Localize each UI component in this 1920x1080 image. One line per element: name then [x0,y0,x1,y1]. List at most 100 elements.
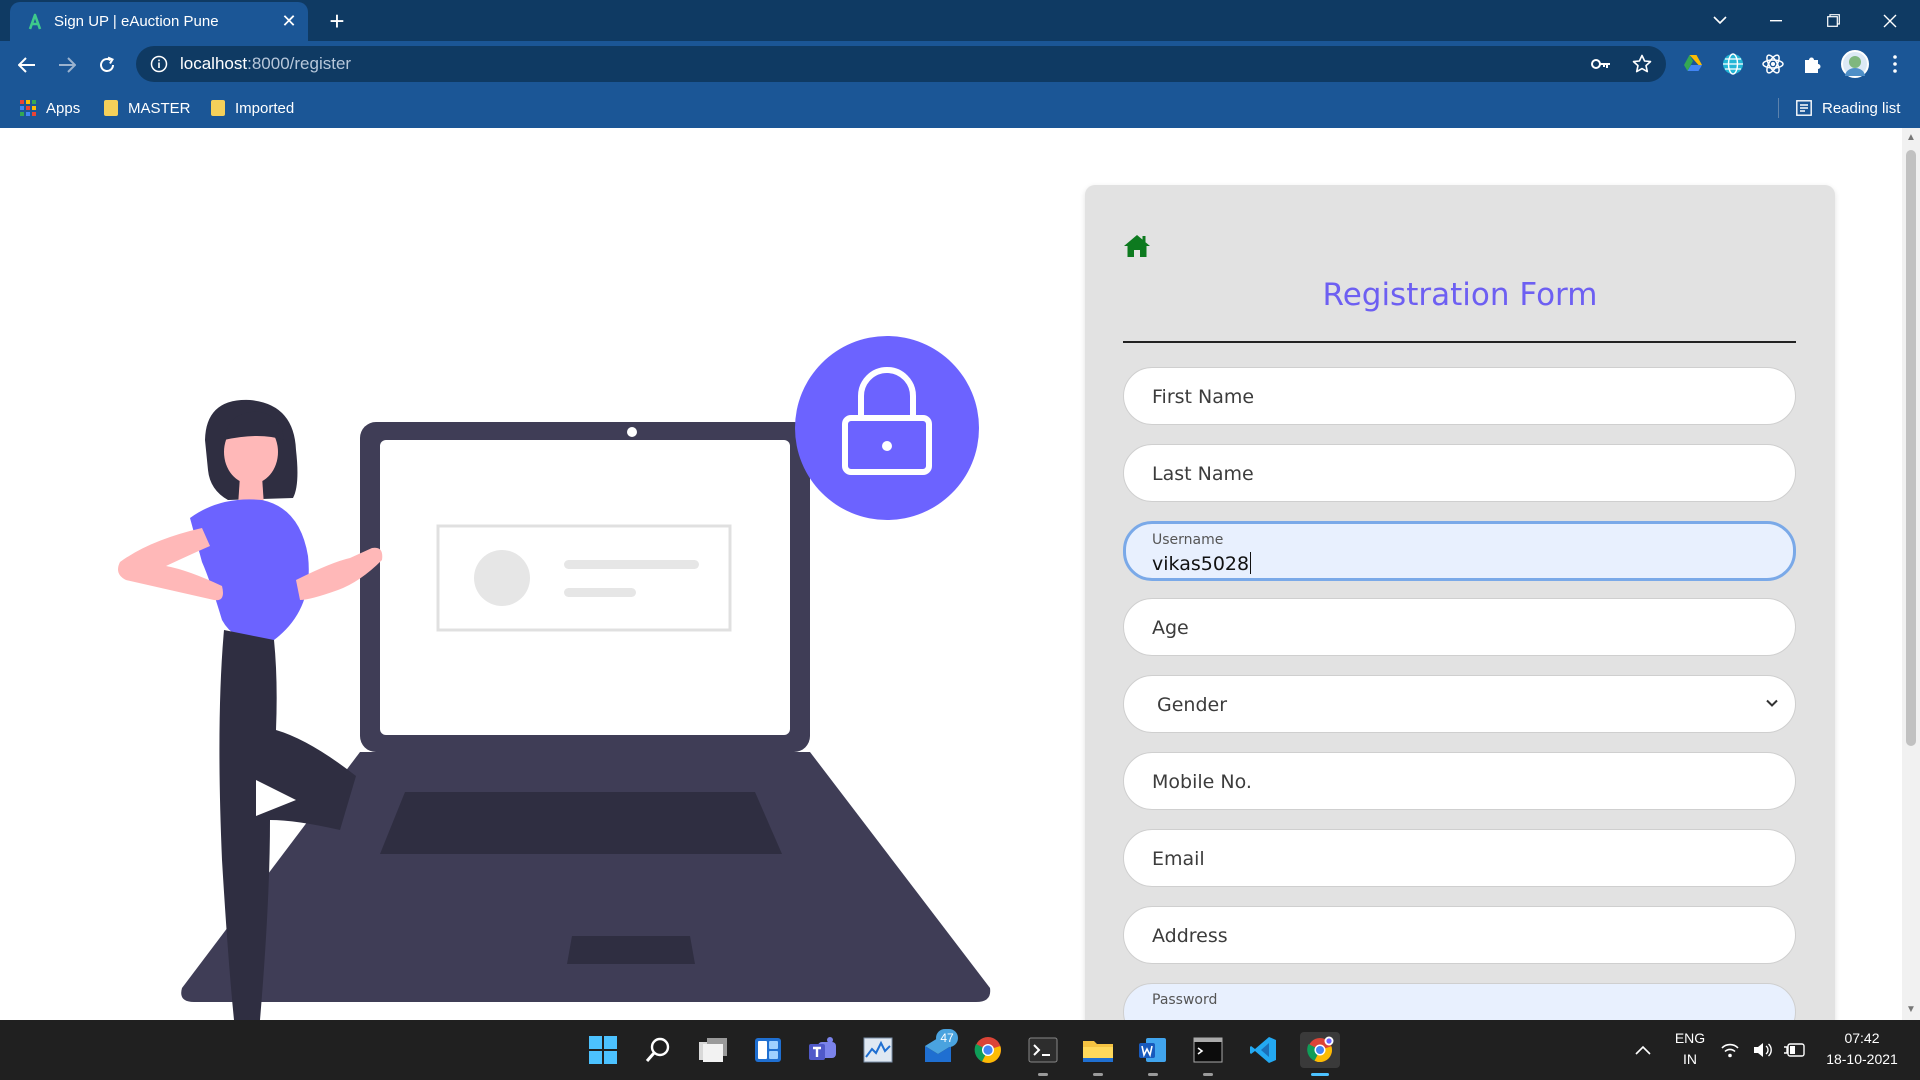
app-favicon-icon [28,13,42,29]
url-host: localhost [180,54,248,73]
url-path: :8000/register [247,54,352,73]
site-info-icon[interactable] [150,55,168,73]
age-placeholder: Age [1152,617,1189,639]
running-indicator-active [1311,1073,1329,1076]
first-name-input[interactable]: First Name [1123,367,1796,425]
scroll-up-icon[interactable]: ▲ [1902,130,1920,146]
bookmark-label: MASTER [128,99,191,117]
chrome-dev-icon[interactable] [1300,1032,1340,1068]
forward-arrow-icon[interactable] [51,49,83,81]
address-placeholder: Address [1152,925,1228,947]
chevron-up-icon[interactable] [1630,1032,1656,1068]
page-viewport: Registration Form First Name Last Name U… [0,128,1902,1020]
file-explorer-icon[interactable] [1080,1032,1116,1068]
password-label: Password [1152,992,1218,1008]
folder-icon [104,100,118,116]
browser-titlebar: Sign UP | eAuction Pune ✕ + [0,0,1920,41]
gender-selected: Gender [1157,694,1228,716]
tab-search-icon[interactable] [1696,0,1744,41]
folder-icon [211,100,225,116]
clock-time[interactable]: 07:42 [1820,1030,1904,1046]
minimize-button[interactable] [1752,0,1800,41]
bookmark-folder-imported[interactable]: Imported [211,96,294,120]
profile-avatar[interactable] [1841,50,1869,78]
search-icon[interactable] [640,1032,676,1068]
address-bar[interactable]: localhost:8000/register [136,46,1666,82]
task-view-icon[interactable] [695,1032,731,1068]
scrollbar-thumb[interactable] [1906,150,1916,746]
bookmark-star-icon[interactable] [1627,49,1657,79]
terminal-icon[interactable] [1025,1032,1061,1068]
chevron-down-icon [1766,699,1778,707]
restore-button[interactable] [1809,0,1857,41]
password-input[interactable]: Password [1123,983,1796,1020]
new-tab-button[interactable]: + [326,6,348,36]
form-title: Registration Form [1322,277,1598,313]
mobile-input[interactable]: Mobile No. [1123,752,1796,810]
wifi-icon[interactable] [1718,1032,1742,1068]
bookmarks-divider [1778,98,1779,118]
reading-list-label: Reading list [1822,99,1901,117]
back-arrow-icon[interactable] [11,49,43,81]
running-indicator [1038,1073,1048,1076]
bookmark-label: Apps [46,99,81,117]
username-value: vikas5028 [1152,553,1250,575]
username-label: Username [1152,532,1224,548]
browser-menu-icon[interactable] [1880,49,1910,79]
home-icon[interactable] [1123,233,1151,259]
running-indicator [1148,1073,1158,1076]
browser-tab-active[interactable]: Sign UP | eAuction Pune ✕ [10,2,308,41]
scroll-down-icon[interactable]: ▼ [1902,1002,1920,1018]
mobile-placeholder: Mobile No. [1152,771,1252,793]
page-scrollbar[interactable]: ▲ ▼ [1902,128,1920,1020]
command-prompt-icon[interactable] [1190,1032,1226,1068]
performance-monitor-icon[interactable] [860,1032,896,1068]
extensions-puzzle-icon[interactable] [1801,52,1825,76]
reading-list-icon [1796,100,1812,116]
running-indicator [1093,1073,1103,1076]
running-indicator [1203,1073,1213,1076]
windows-start-icon[interactable] [585,1032,621,1068]
title-divider [1123,341,1796,343]
address-input[interactable]: Address [1123,906,1796,964]
teams-chat-icon[interactable] [805,1032,841,1068]
notification-count-badge: 47 [936,1029,958,1047]
age-input[interactable]: Age [1123,598,1796,656]
chrome-icon[interactable] [970,1032,1006,1068]
tab-title: Sign UP | eAuction Pune [54,13,219,30]
bookmarks-bar: Apps MASTER Imported Reading list [0,88,1920,128]
bookmark-label: Imported [235,99,295,117]
reading-list-button[interactable]: Reading list [1796,96,1900,120]
language-indicator-top[interactable]: ENG [1665,1030,1715,1046]
windows-taskbar: ENG IN 07:42 18-10-2021 [0,1020,1920,1080]
username-input[interactable]: Username vikas5028 [1123,521,1796,581]
registration-card: Registration Form First Name Last Name U… [1085,185,1835,1020]
language-indicator-bottom[interactable]: IN [1665,1051,1715,1067]
first-name-placeholder: First Name [1152,386,1255,408]
volume-icon[interactable] [1751,1032,1775,1068]
gender-select[interactable]: Gender [1123,675,1796,733]
clock-date[interactable]: 18-10-2021 [1820,1051,1904,1067]
last-name-input[interactable]: Last Name [1123,444,1796,502]
apps-grid-icon [20,100,36,116]
username-value-wrap: vikas5028 [1152,552,1252,575]
email-placeholder: Email [1152,848,1205,870]
tab-close-icon[interactable]: ✕ [276,11,302,32]
widgets-icon[interactable] [750,1032,786,1068]
react-devtools-icon[interactable] [1761,52,1785,76]
login-illustration [118,336,991,1020]
browser-toolbar: localhost:8000/register [0,41,1920,88]
google-drive-icon[interactable] [1681,52,1705,76]
word-icon[interactable] [1135,1032,1171,1068]
reload-icon[interactable] [91,49,123,81]
bookmark-apps[interactable]: Apps [20,96,80,120]
key-icon[interactable] [1586,49,1616,79]
bookmark-folder-master[interactable]: MASTER [104,96,191,120]
battery-icon[interactable] [1783,1032,1807,1068]
vscode-icon[interactable] [1245,1032,1281,1068]
email-input[interactable]: Email [1123,829,1796,887]
text-caret [1250,552,1252,574]
extension-globe-icon[interactable] [1721,52,1745,76]
last-name-placeholder: Last Name [1152,463,1254,485]
close-window-button[interactable] [1866,0,1914,41]
